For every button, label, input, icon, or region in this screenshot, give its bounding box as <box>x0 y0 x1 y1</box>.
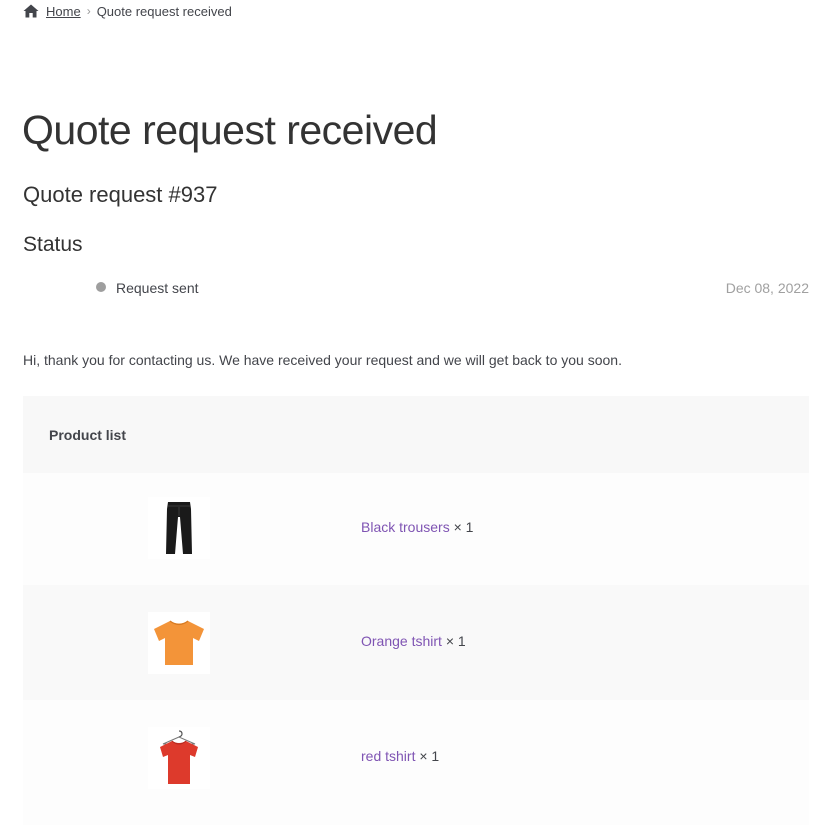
tshirt-icon <box>154 620 204 665</box>
breadcrumb-separator: › <box>86 4 91 18</box>
tshirt-on-hanger-icon <box>160 730 198 784</box>
product-quantity: × 1 <box>445 633 466 649</box>
quote-number: Quote request #937 <box>23 182 218 207</box>
product-thumbnail[interactable] <box>148 497 210 559</box>
table-row: red tshirt × 1 <box>23 700 809 825</box>
status-dot-icon <box>96 282 106 292</box>
product-info: Orange tshirt × 1 <box>361 633 466 649</box>
product-list-table: Product list Black trousers × 1 Orange t… <box>23 396 809 825</box>
home-icon <box>23 4 39 18</box>
product-info: red tshirt × 1 <box>361 748 439 764</box>
table-row: Orange tshirt × 1 <box>23 585 809 700</box>
product-thumbnail[interactable] <box>148 612 210 674</box>
status-label: Request sent <box>116 280 199 296</box>
table-row: Black trousers × 1 <box>23 473 809 585</box>
product-quantity: × 1 <box>419 748 440 764</box>
status-step: Request sent <box>96 280 199 296</box>
product-link[interactable]: red tshirt <box>361 748 415 764</box>
breadcrumb-home-link[interactable]: Home <box>46 4 81 19</box>
product-thumbnail[interactable] <box>148 727 210 789</box>
product-list-header: Product list <box>23 396 809 473</box>
confirmation-message: Hi, thank you for contacting us. We have… <box>23 352 622 368</box>
status-date: Dec 08, 2022 <box>725 280 809 296</box>
product-list-header-label: Product list <box>49 426 127 443</box>
page-title: Quote request received <box>22 107 438 153</box>
product-link[interactable]: Orange tshirt <box>361 633 442 649</box>
breadcrumb: Home › Quote request received <box>23 2 232 20</box>
product-info: Black trousers × 1 <box>361 519 473 535</box>
status-row: Request sent Dec 08, 2022 <box>96 277 809 299</box>
trousers-icon <box>166 502 192 554</box>
product-quantity: × 1 <box>453 519 474 535</box>
breadcrumb-current: Quote request received <box>96 3 232 19</box>
status-heading: Status <box>23 233 83 256</box>
product-link[interactable]: Black trousers <box>361 519 450 535</box>
